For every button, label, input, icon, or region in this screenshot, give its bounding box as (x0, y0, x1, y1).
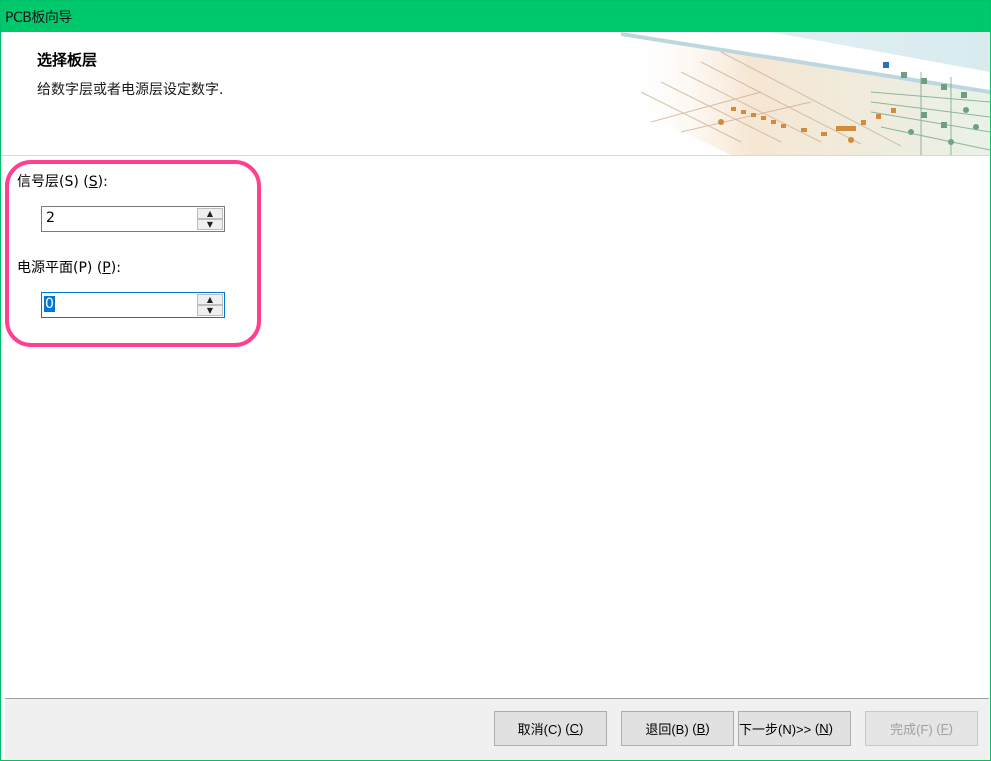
signal-layers-spin-buttons: ▲ ▼ (197, 208, 223, 230)
power-planes-spin-buttons: ▲ ▼ (197, 294, 223, 316)
wizard-header: 选择板层 给数字层或者电源层设定数字. (1, 32, 990, 156)
page-title: 选择板层 (37, 51, 98, 69)
signal-layers-down-arrow-icon[interactable]: ▼ (197, 219, 223, 230)
finish-button[interactable]: 完成(F) (F) (865, 711, 978, 746)
cancel-button[interactable]: 取消(C) (C) (494, 711, 607, 746)
pcb-banner-image (621, 32, 990, 155)
signal-layers-label: 信号层(S) (S): (17, 174, 108, 190)
power-planes-down-arrow-icon[interactable]: ▼ (197, 305, 223, 316)
page-subtitle: 给数字层或者电源层设定数字. (37, 82, 224, 98)
wizard-window: PCB板向导 选择板层 给数字层或者电源层设定数字. 信号层(S) (S): 2… (0, 0, 991, 761)
signal-layers-value[interactable]: 2 (46, 210, 55, 226)
signal-layers-up-arrow-icon[interactable]: ▲ (197, 208, 223, 219)
power-planes-value[interactable]: 0 (44, 296, 55, 312)
next-button[interactable]: 下一步(N)>> (N) (738, 711, 851, 746)
signal-layers-spinner[interactable]: 2 ▲ ▼ (41, 206, 225, 232)
power-planes-up-arrow-icon[interactable]: ▲ (197, 294, 223, 305)
power-planes-label: 电源平面(P) (P): (17, 260, 121, 276)
back-button[interactable]: 退回(B) (B) (621, 711, 734, 746)
button-bar: 取消(C) (C) 退回(B) (B) 下一步(N)>> (N) 完成(F) (… (5, 698, 989, 760)
window-title: PCB板向导 (5, 10, 72, 26)
title-bar[interactable]: PCB板向导 (1, 1, 990, 32)
power-planes-spinner[interactable]: 0 ▲ ▼ (41, 292, 225, 318)
